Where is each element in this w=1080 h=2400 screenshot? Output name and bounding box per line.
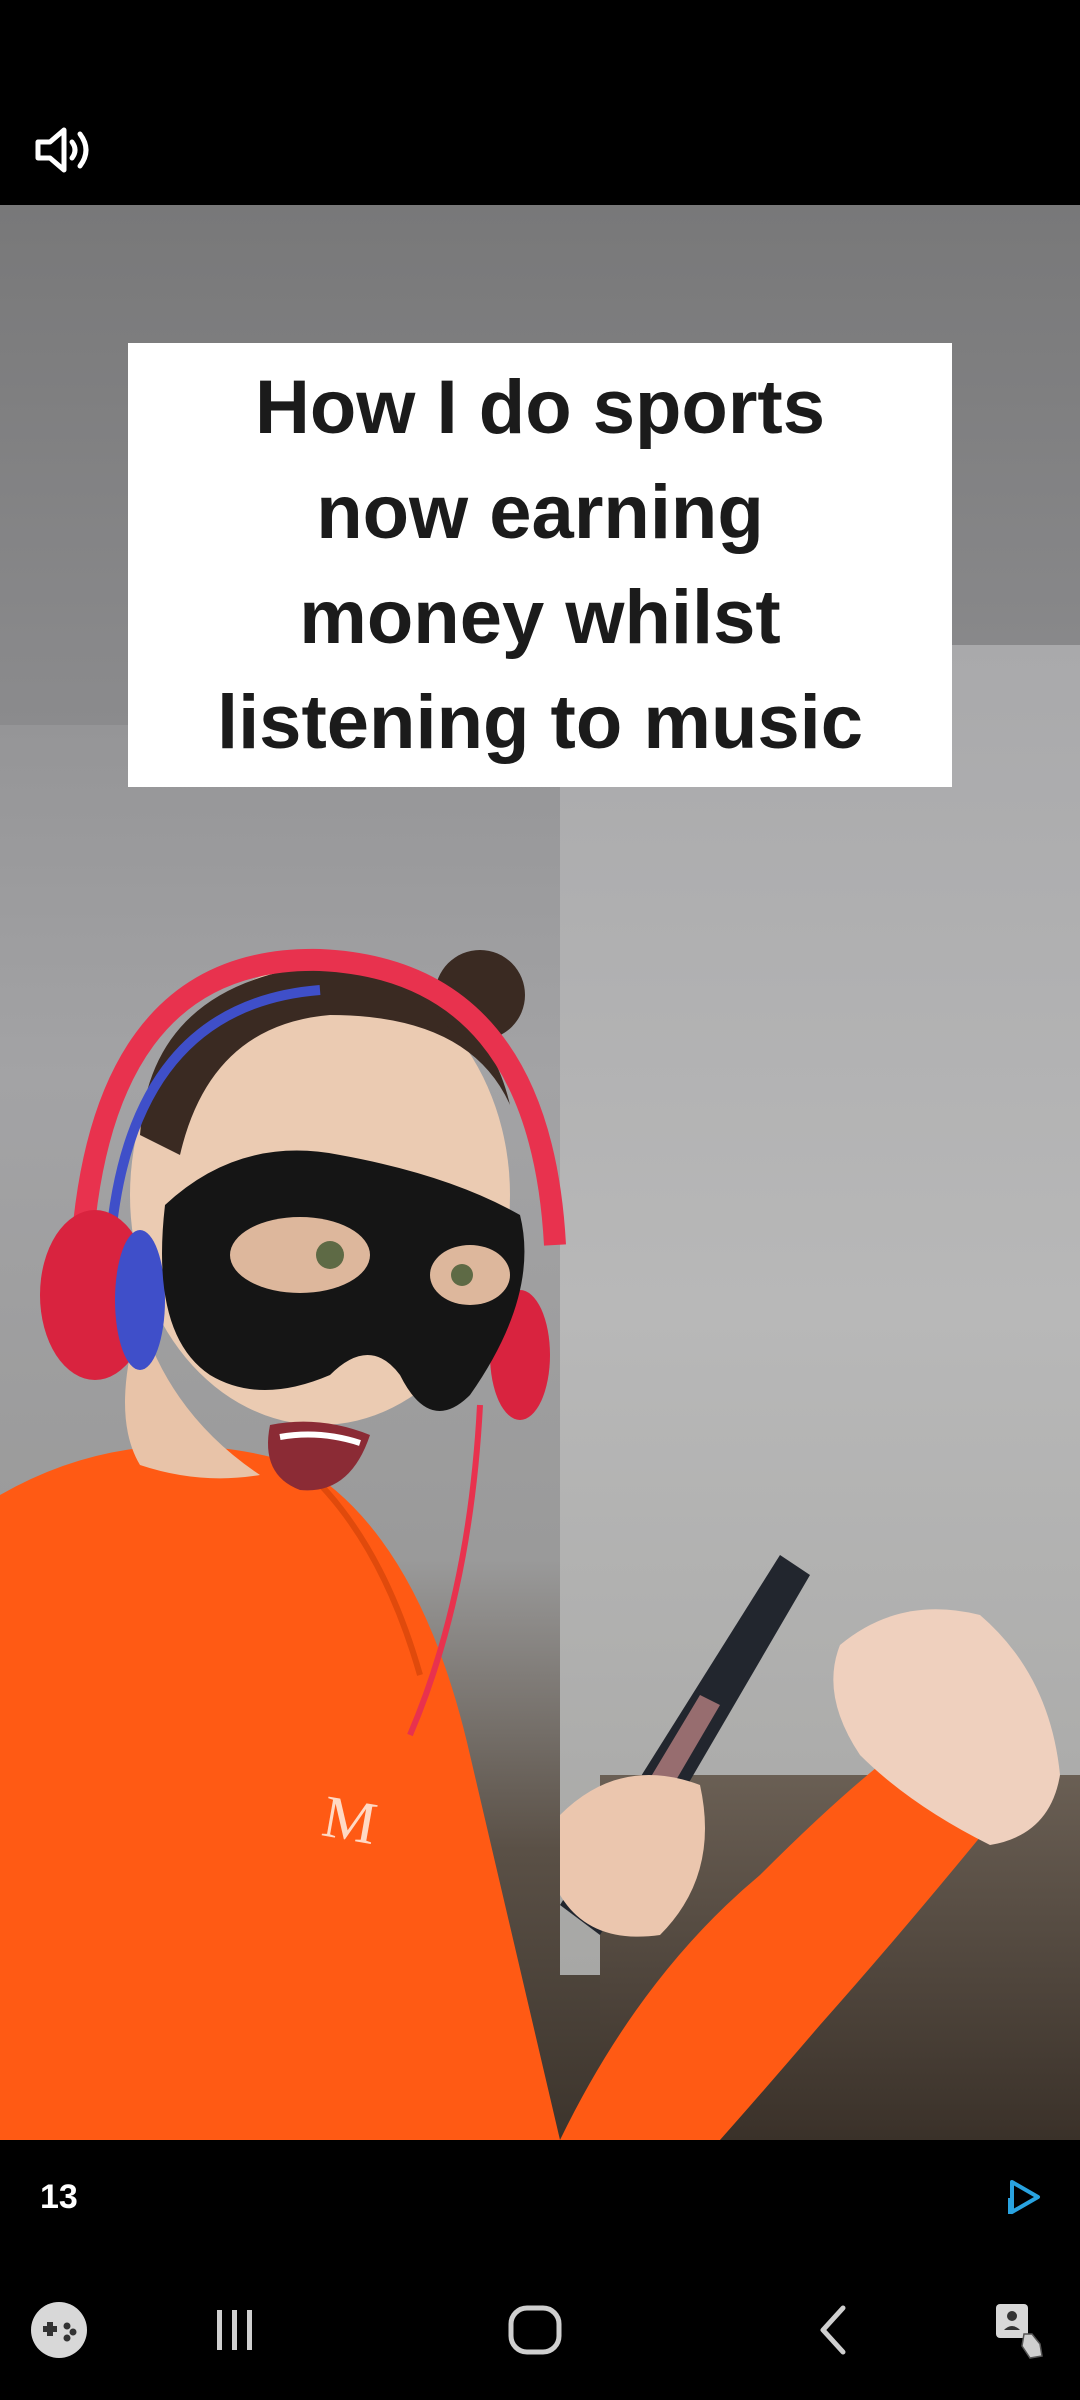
caption-line-3: money whilst — [299, 575, 781, 660]
caption-text: How I do sports now earning money whilst… — [140, 355, 940, 775]
caption-line-1: How I do sports — [255, 365, 825, 450]
system-nav-bar — [0, 2250, 1080, 2400]
accessibility-icon — [996, 2304, 1043, 2359]
play-share-icon — [1008, 2180, 1040, 2214]
video-player[interactable]: How I do sports now earning money whilst… — [0, 205, 1080, 2140]
svg-text:M: M — [318, 1783, 382, 1857]
gamepad-icon — [31, 2302, 87, 2358]
video-info-bar: 13 — [0, 2140, 1080, 2250]
accessibility-button[interactable] — [985, 2295, 1055, 2365]
caption-line-2: now earning — [316, 470, 764, 555]
top-bar — [0, 0, 1080, 205]
video-caption: How I do sports now earning money whilst… — [128, 343, 952, 787]
game-launcher-button[interactable] — [24, 2295, 94, 2365]
sound-toggle-button[interactable] — [32, 124, 96, 176]
speaker-icon — [35, 127, 89, 173]
video-person-illustration: M — [0, 948, 1060, 2140]
home-icon — [508, 2305, 562, 2355]
back-button[interactable] — [800, 2295, 870, 2365]
video-counter: 13 — [40, 2178, 78, 2216]
home-button[interactable] — [500, 2295, 570, 2365]
play-share-button[interactable] — [1004, 2176, 1046, 2218]
caption-line-4: listening to music — [216, 680, 864, 765]
recents-icon — [217, 2310, 252, 2350]
back-icon — [820, 2305, 846, 2355]
recents-button[interactable] — [200, 2295, 270, 2365]
